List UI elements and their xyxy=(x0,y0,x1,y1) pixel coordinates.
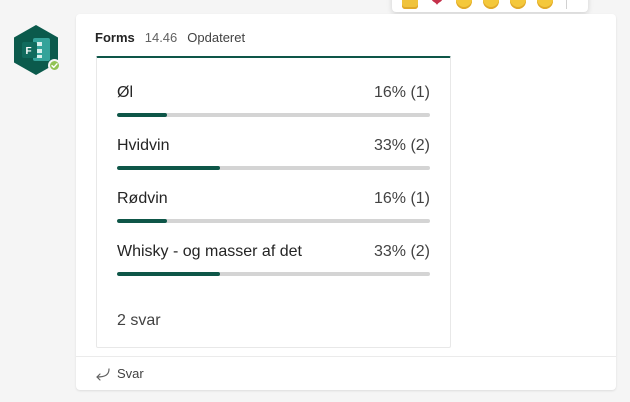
reply-arrow-icon xyxy=(96,367,110,381)
result-bar-track xyxy=(117,113,430,117)
message-time: 14.46 xyxy=(144,30,178,45)
sad-icon[interactable] xyxy=(510,0,526,9)
result-bar-fill xyxy=(117,272,221,276)
angry-icon[interactable] xyxy=(537,0,553,9)
laugh-icon[interactable] xyxy=(456,0,472,9)
reactions-bar: ❤ xyxy=(392,0,588,12)
option-label: Øl xyxy=(117,84,133,101)
presence-available-icon xyxy=(48,59,61,72)
result-bar-track xyxy=(117,219,430,223)
surprised-icon[interactable] xyxy=(483,0,499,9)
result-bar-fill xyxy=(117,113,168,117)
result-bar-track xyxy=(117,272,430,276)
option-label: Hvidvin xyxy=(117,137,170,154)
like-icon[interactable] xyxy=(402,0,418,9)
reply-label: Svar xyxy=(117,366,144,381)
poll-option: Øl 16% (1) xyxy=(117,84,430,120)
message-card: Forms 14.46 Opdateret Øl 16% (1) Hvidvin… xyxy=(76,14,616,390)
option-result: 16% (1) xyxy=(373,84,430,101)
heart-icon[interactable]: ❤ xyxy=(429,0,445,9)
poll-option: Hvidvin 33% (2) xyxy=(117,137,430,173)
reply-button[interactable]: Svar xyxy=(76,356,616,390)
option-result: 33% (2) xyxy=(373,243,430,260)
reactions-divider xyxy=(566,0,567,9)
poll-option: Whisky - og masser af det 33% (2) xyxy=(117,243,430,279)
author-name[interactable]: Forms xyxy=(95,30,135,45)
option-result: 16% (1) xyxy=(373,190,430,207)
teams-chat: ❤ F Forms 14.46 Opdateret Øl 16% (1) Hvi… xyxy=(0,0,630,402)
svg-text:F: F xyxy=(26,46,32,57)
poll-card: Øl 16% (1) Hvidvin 33% (2) Rødvin 16% (1… xyxy=(96,56,451,348)
option-label: Rødvin xyxy=(117,190,168,207)
edited-status: Opdateret xyxy=(187,30,246,45)
result-bar-fill xyxy=(117,219,168,223)
option-result: 33% (2) xyxy=(373,137,430,154)
message-header: Forms 14.46 Opdateret xyxy=(95,30,245,45)
result-bar-fill xyxy=(117,166,221,170)
poll-option: Rødvin 16% (1) xyxy=(117,190,430,226)
answer-count: 2 svar xyxy=(117,312,161,329)
option-label: Whisky - og masser af det xyxy=(117,243,302,260)
result-bar-track xyxy=(117,166,430,170)
